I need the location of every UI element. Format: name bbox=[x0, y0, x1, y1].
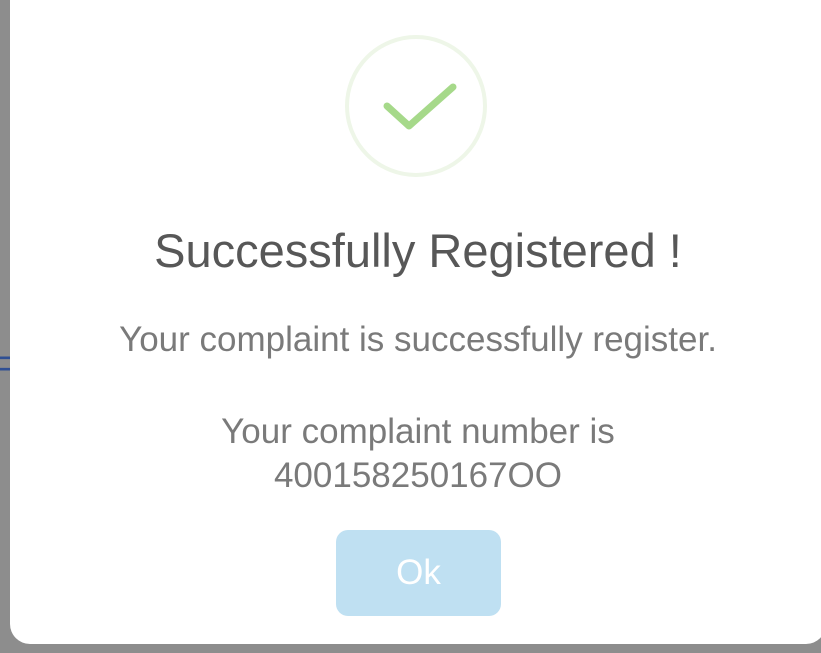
success-message: Your complaint is successfully register. bbox=[119, 320, 717, 359]
check-icon bbox=[383, 83, 457, 130]
success-dialog: Successfully Registered ! Your complaint… bbox=[10, 0, 821, 644]
success-status-icon bbox=[345, 35, 487, 177]
ok-button[interactable]: Ok bbox=[336, 530, 501, 616]
dialog-title: Successfully Registered ! bbox=[154, 224, 682, 277]
complaint-number-value: 400158250167OO bbox=[273, 456, 563, 495]
complaint-number-label: Your complaint number is bbox=[221, 412, 615, 451]
